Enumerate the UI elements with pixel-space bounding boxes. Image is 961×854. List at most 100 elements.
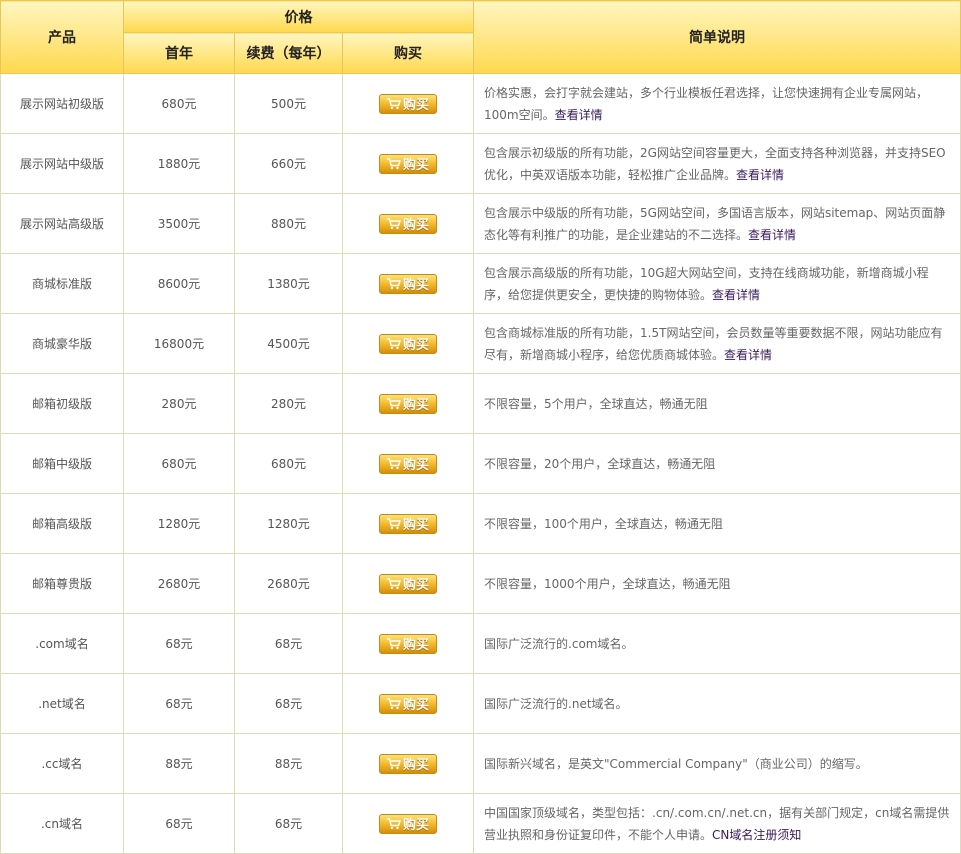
renewal-price: 68元 — [234, 793, 343, 854]
price-table: 产品 价格 简单说明 首年 续费（每年） 购买 展示网站初级版 680元 500元购… — [0, 0, 961, 854]
description-text: 不限容量，1000个用户，全球直达，畅通无阻 — [484, 576, 731, 591]
buy-button[interactable]: 购买 — [379, 693, 438, 714]
product-description: 国际广泛流行的.com域名。 — [473, 613, 961, 674]
buy-cell: 购买 — [341, 733, 475, 794]
renewal-price: 88元 — [234, 733, 343, 794]
product-description: 包含商城标准版的所有功能，1.5T网站空间，会员数量等重要数据不限，网站功能应有… — [473, 313, 961, 374]
description-text: 包含商城标准版的所有功能，1.5T网站空间，会员数量等重要数据不限，网站功能应有… — [484, 325, 943, 362]
buy-cell: 购买 — [341, 253, 475, 314]
buy-button-label: 购买 — [403, 458, 430, 473]
renewal-price: 4500元 — [234, 313, 343, 374]
buy-button[interactable]: 购买 — [379, 513, 438, 534]
description-text: 包含展示高级版的所有功能，10G超大网站空间，支持在线商城功能，新增商城小程序，… — [484, 265, 929, 302]
first-year-price: 2680元 — [123, 553, 235, 614]
renewal-price: 880元 — [234, 193, 343, 254]
details-link[interactable]: 查看详情 — [712, 288, 760, 302]
renewal-price: 280元 — [234, 373, 343, 434]
table-row: 展示网站高级版 3500元 880元 购买 包含展示中级版的所有功能，5G网站空间，多国… — [0, 193, 961, 254]
cart-icon — [387, 277, 401, 290]
buy-button[interactable]: 购买 — [379, 753, 438, 774]
description-text: 不限容量，5个用户，全球直达，畅通无阻 — [484, 396, 708, 411]
cart-icon — [387, 577, 401, 590]
cart-icon — [387, 97, 401, 110]
first-year-price: 280元 — [123, 373, 235, 434]
details-link[interactable]: 查看详情 — [736, 168, 784, 182]
buy-cell: 购买 — [341, 673, 475, 734]
first-year-price: 68元 — [123, 613, 235, 674]
first-year-price: 680元 — [123, 73, 235, 134]
details-link[interactable]: 查看详情 — [724, 348, 772, 362]
description-text: 包含展示中级版的所有功能，5G网站空间，多国语言版本，网站sitemap、网站页… — [484, 205, 946, 242]
product-name: 邮箱中级版 — [0, 433, 124, 494]
description-text: 国际广泛流行的.net域名。 — [484, 696, 628, 711]
buy-button-label: 购买 — [403, 278, 430, 293]
product-name: 展示网站高级版 — [0, 193, 124, 254]
product-description: 包含展示初级版的所有功能，2G网站空间容量更大，全面支持各种浏览器，并支持SEO… — [473, 133, 961, 194]
renewal-price: 2680元 — [234, 553, 343, 614]
buy-cell: 购买 — [341, 433, 475, 494]
renewal-price: 660元 — [234, 133, 343, 194]
buy-button-label: 购买 — [403, 518, 430, 533]
buy-cell: 购买 — [341, 313, 475, 374]
renewal-price: 680元 — [234, 433, 343, 494]
product-name: .cc域名 — [0, 733, 124, 794]
buy-button[interactable]: 购买 — [379, 633, 438, 654]
table-row: 商城标准版 8600元 1380元 购买 包含展示高级版的所有功能，10G超大网站空间，… — [0, 253, 961, 314]
cart-icon — [387, 817, 401, 830]
buy-button-label: 购买 — [403, 818, 430, 833]
first-year-price: 680元 — [123, 433, 235, 494]
buy-button[interactable]: 购买 — [379, 273, 438, 294]
buy-cell: 购买 — [341, 613, 475, 674]
buy-cell: 购买 — [341, 373, 475, 434]
buy-button[interactable]: 购买 — [379, 93, 438, 114]
product-name: 邮箱尊贵版 — [0, 553, 124, 614]
buy-button[interactable]: 购买 — [379, 333, 438, 354]
header-description: 简单说明 — [473, 0, 961, 74]
buy-cell: 购买 — [341, 493, 475, 554]
buy-button[interactable]: 购买 — [379, 813, 438, 834]
buy-button[interactable]: 购买 — [379, 573, 438, 594]
header-first-year: 首年 — [123, 32, 235, 74]
cart-icon — [387, 157, 401, 170]
description-text: 价格实惠，会打字就会建站，多个行业模板任君选择，让您快速拥有企业专属网站，100… — [484, 85, 929, 122]
buy-cell: 购买 — [341, 793, 475, 854]
description-text: 不限容量，20个用户，全球直达，畅通无阻 — [484, 456, 716, 471]
table-row: .cc域名 88元 88元 购买 国际新兴域名，是英文"Commercial Compa… — [0, 733, 961, 794]
product-description: 不限容量，5个用户，全球直达，畅通无阻 — [473, 373, 961, 434]
buy-button[interactable]: 购买 — [379, 213, 438, 234]
description-text: 国际新兴域名，是英文"Commercial Company"（商业公司）的缩写。 — [484, 756, 868, 771]
product-description: 不限容量，1000个用户，全球直达，畅通无阻 — [473, 553, 961, 614]
buy-button[interactable]: 购买 — [379, 393, 438, 414]
renewal-price: 68元 — [234, 613, 343, 674]
table-row: .com域名 68元 68元 购买 国际广泛流行的.com域名。 — [0, 613, 961, 674]
first-year-price: 8600元 — [123, 253, 235, 314]
cart-icon — [387, 757, 401, 770]
buy-button-label: 购买 — [403, 698, 430, 713]
first-year-price: 16800元 — [123, 313, 235, 374]
header-price: 价格 — [122, 0, 475, 33]
first-year-price: 1280元 — [123, 493, 235, 554]
table-row: 展示网站初级版 680元 500元 购买 价格实惠，会打字就会建站，多个行业模板任君选择… — [0, 73, 961, 134]
renewal-price: 500元 — [234, 73, 343, 134]
product-description: 中国国家顶级域名，类型包括：.cn/.com.cn/.net.cn，据有关部门规… — [473, 793, 961, 854]
table-row: 邮箱中级版 680元 680元 购买 不限容量，20个用户，全球直达，畅通无阻 — [0, 433, 961, 494]
table-row: 邮箱高级版 1280元 1280元 购买 不限容量，100个用户，全球直达，畅通无阻 — [0, 493, 961, 554]
details-link[interactable]: 查看详情 — [748, 228, 796, 242]
cart-icon — [387, 697, 401, 710]
header-buy: 购买 — [341, 32, 475, 74]
cart-icon — [387, 457, 401, 470]
buy-cell: 购买 — [341, 133, 475, 194]
first-year-price: 1880元 — [123, 133, 235, 194]
product-description: 包含展示中级版的所有功能，5G网站空间，多国语言版本，网站sitemap、网站页… — [473, 193, 961, 254]
details-link[interactable]: CN域名注册须知 — [712, 828, 801, 842]
product-name: 邮箱高级版 — [0, 493, 124, 554]
buy-button[interactable]: 购买 — [379, 453, 438, 474]
cart-icon — [387, 637, 401, 650]
first-year-price: 68元 — [123, 673, 235, 734]
product-description: 包含展示高级版的所有功能，10G超大网站空间，支持在线商城功能，新增商城小程序，… — [473, 253, 961, 314]
product-name: 展示网站初级版 — [0, 73, 124, 134]
price-table-body: 展示网站初级版 680元 500元 购买 价格实惠，会打字就会建站，多个行业模板任君选择… — [0, 73, 961, 854]
details-link[interactable]: 查看详情 — [555, 108, 603, 122]
buy-button[interactable]: 购买 — [379, 153, 438, 174]
buy-cell: 购买 — [341, 193, 475, 254]
